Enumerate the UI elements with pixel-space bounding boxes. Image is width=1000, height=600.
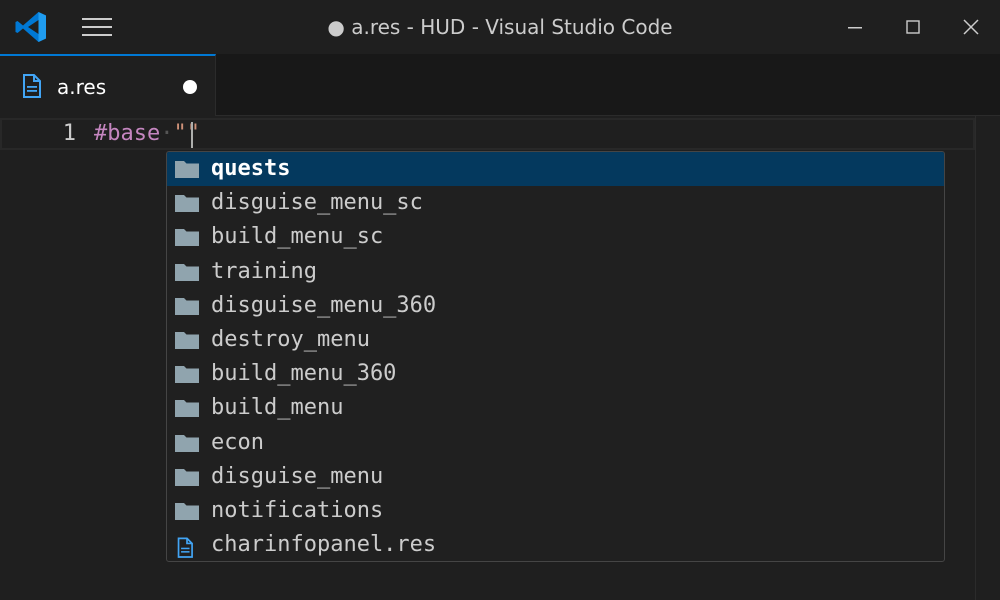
folder-icon: [175, 468, 199, 486]
suggestion-item[interactable]: econ: [167, 426, 944, 460]
whitespace-marker: ·: [160, 121, 174, 146]
folder-icon: [175, 263, 199, 281]
string-token: "": [173, 121, 200, 146]
suggestion-item[interactable]: build_menu_360: [167, 357, 944, 391]
suggestion-label: quests: [211, 156, 291, 181]
suggestion-label: econ: [211, 429, 264, 455]
file-icon: [177, 537, 193, 558]
directive-token: #base: [94, 121, 161, 146]
line-number: 1: [62, 121, 76, 146]
suggestion-label: disguise_menu_sc: [211, 190, 423, 216]
suggestion-label: disguise_menu_360: [211, 292, 437, 318]
tab-a-res[interactable]: a.res: [0, 54, 216, 116]
close-button[interactable]: [942, 0, 1000, 54]
maximize-icon: [906, 20, 920, 34]
suggestion-widget: quests disguise_menu_sc build_menu_sctrain…: [166, 151, 945, 562]
folder-icon: [175, 400, 199, 418]
folder-icon: [175, 297, 199, 315]
folder-icon: [175, 434, 199, 452]
folder-icon: [175, 366, 199, 384]
suggestion-item[interactable]: charinfopanel.res: [167, 528, 944, 561]
suggestion-label: disguise_menu: [211, 463, 384, 489]
suggestion-item[interactable]: disguise_menu_sc: [167, 186, 944, 220]
suggestion-item[interactable]: notifications: [167, 494, 944, 528]
vscode-logo-icon: [15, 12, 46, 42]
folder-icon: [175, 161, 199, 178]
suggestion-item[interactable]: build_menu_sc: [167, 220, 944, 254]
folder-icon: [175, 195, 199, 213]
suggestion-label: build_menu: [211, 395, 344, 421]
folder-icon: [175, 331, 199, 349]
suggestion-item[interactable]: disguise_menu: [167, 460, 944, 494]
vertical-scrollbar[interactable]: [975, 116, 1000, 600]
folder-icon: [175, 502, 199, 520]
unsaved-dot-icon[interactable]: [183, 80, 197, 94]
tab-bar: a.res: [0, 54, 1000, 116]
suggestion-label: build_menu_sc: [211, 224, 384, 250]
suggestion-item[interactable]: disguise_menu_360: [167, 289, 944, 323]
folder-icon: [175, 229, 199, 247]
text-cursor: [191, 122, 193, 148]
suggestion-label: notifications: [211, 497, 384, 523]
suggestion-item[interactable]: training: [167, 255, 944, 289]
tab-label: a.res: [57, 75, 107, 99]
file-icon: [23, 74, 41, 98]
suggestion-item[interactable]: quests: [167, 152, 944, 187]
suggestion-item[interactable]: build_menu: [167, 391, 944, 425]
hamburger-menu-icon[interactable]: [80, 15, 114, 39]
maximize-button[interactable]: [884, 0, 942, 54]
minimize-icon: [848, 27, 862, 29]
minimize-button[interactable]: [826, 0, 884, 54]
title-bar: ● a.res - HUD - Visual Studio Code: [0, 0, 1000, 54]
suggestion-label: build_menu_360: [211, 361, 397, 387]
suggestion-item[interactable]: destroy_menu: [167, 323, 944, 357]
code-line[interactable]: #base·"": [94, 118, 200, 150]
suggestion-label: training: [211, 258, 317, 284]
close-icon: [963, 19, 979, 35]
suggestion-label: destroy_menu: [211, 326, 370, 352]
suggestion-label: charinfopanel.res: [211, 532, 437, 558]
